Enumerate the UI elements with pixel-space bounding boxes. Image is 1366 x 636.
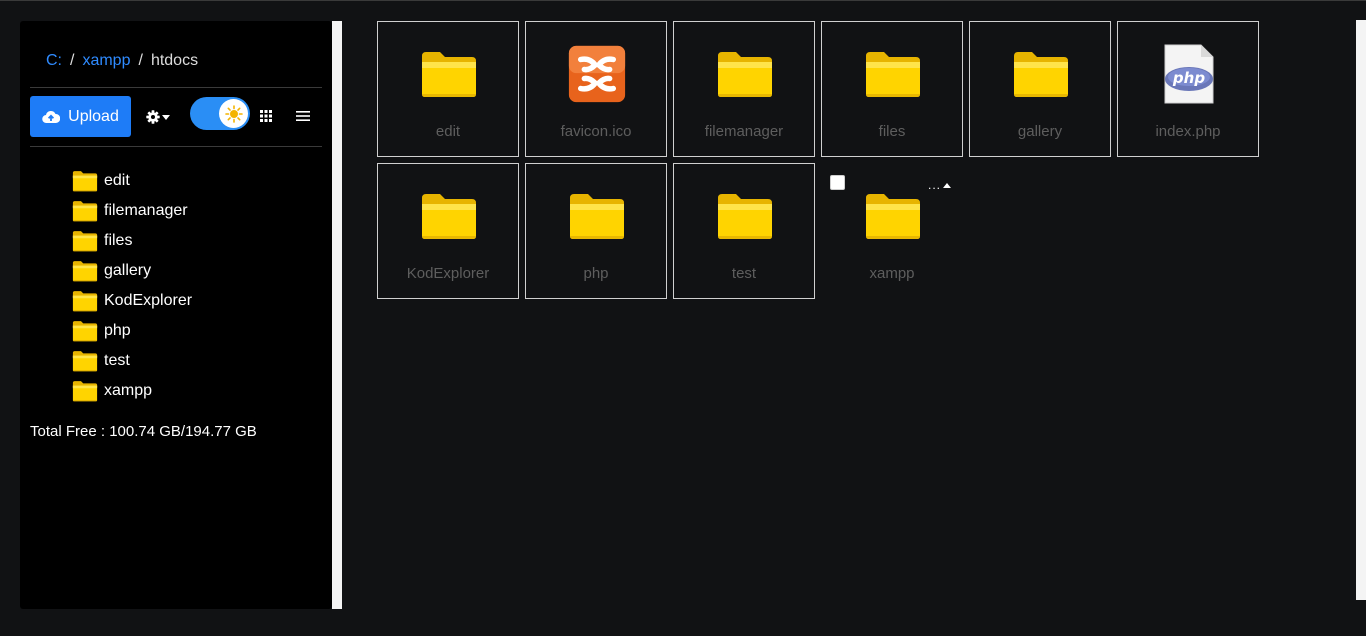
breadcrumb-folder[interactable]: xampp (82, 52, 130, 69)
cloud-upload-icon (42, 110, 61, 123)
tree-item-kodexplorer[interactable]: KodExplorer (72, 286, 192, 316)
tree-item-label: edit (104, 172, 130, 189)
main-scrollbar[interactable] (1356, 20, 1366, 600)
breadcrumb: C: / xampp / htdocs (46, 51, 198, 71)
file-name: index.php (1155, 123, 1221, 140)
gear-icon (146, 110, 160, 124)
grid-view-icon[interactable] (260, 110, 272, 122)
breadcrumb-separator: / (138, 52, 143, 69)
file-tile-files[interactable]: files (821, 21, 963, 157)
settings-dropdown[interactable] (146, 109, 176, 125)
file-name: edit (435, 123, 461, 140)
tree-item-label: KodExplorer (104, 292, 193, 309)
breadcrumb-drive[interactable]: C: (46, 52, 62, 69)
sidebar-scrollbar[interactable] (332, 21, 342, 609)
folder-icon (72, 171, 98, 192)
storage-info: Total Free : 100.74 GB/194.77 GB (30, 423, 257, 440)
more-options-button[interactable]: ... (928, 178, 952, 192)
list-view-icon[interactable] (296, 110, 310, 122)
folder-tree: edit filemanager files gallery KodExplorer ph… (72, 166, 192, 406)
file-name: filemanager (704, 123, 784, 140)
tree-item-label: filemanager (104, 202, 188, 219)
file-name: php (583, 265, 609, 282)
file-tile-kodexplorer[interactable]: KodExplorer (377, 163, 519, 299)
divider (30, 146, 322, 147)
file-name: xampp (869, 265, 915, 282)
folder-icon (866, 194, 920, 239)
folder-icon (1014, 52, 1068, 97)
upload-label: Upload (68, 107, 119, 125)
file-name: favicon.ico (560, 123, 632, 140)
file-icon-wrap (568, 184, 626, 248)
folder-icon (718, 194, 772, 239)
file-tile-edit[interactable]: edit (377, 21, 519, 157)
divider (30, 87, 322, 88)
folder-icon (72, 291, 98, 312)
file-tile-test[interactable]: test (673, 163, 815, 299)
sun-icon (224, 104, 243, 123)
file-icon-wrap (420, 184, 478, 248)
file-tile-favicon-ico[interactable]: favicon.ico (525, 21, 667, 157)
caret-down-icon (162, 114, 170, 120)
breadcrumb-current: htdocs (150, 52, 199, 69)
file-name: test (731, 265, 757, 282)
folder-icon (866, 52, 920, 97)
file-name: files (878, 123, 906, 140)
file-name: gallery (1017, 123, 1063, 140)
file-icon-wrap (716, 42, 774, 106)
more-options-label: ... (928, 178, 942, 192)
tree-item-label: xampp (104, 382, 153, 399)
file-name: KodExplorer (406, 265, 490, 282)
tree-item-filemanager[interactable]: filemanager (72, 196, 192, 226)
select-checkbox[interactable] (830, 175, 845, 190)
sidebar: C: / xampp / htdocs Upload edit filemana… (20, 21, 332, 609)
file-icon-wrap (1012, 42, 1070, 106)
folder-icon (72, 351, 98, 372)
folder-icon (72, 261, 98, 282)
tree-item-test[interactable]: test (72, 346, 192, 376)
folder-icon (422, 52, 476, 97)
toggle-knob (219, 99, 248, 128)
file-tile-filemanager[interactable]: filemanager (673, 21, 815, 157)
tree-item-edit[interactable]: edit (72, 166, 192, 196)
upload-button[interactable]: Upload (30, 96, 131, 137)
folder-icon (72, 321, 98, 342)
folder-icon (72, 231, 98, 252)
svg-text:php: php (1172, 69, 1205, 87)
file-tile-xampp[interactable]: ... xampp (821, 163, 963, 299)
tree-item-xampp[interactable]: xampp (72, 376, 192, 406)
tree-item-php[interactable]: php (72, 316, 192, 346)
tree-item-label: php (104, 322, 131, 339)
file-icon-wrap (864, 42, 922, 106)
tree-item-gallery[interactable]: gallery (72, 256, 192, 286)
folder-icon (570, 194, 624, 239)
xampp-icon (568, 45, 626, 103)
php-file-icon: php (1164, 44, 1214, 104)
caret-up-icon (943, 183, 952, 189)
tree-item-label: test (104, 352, 130, 369)
top-divider (0, 0, 1366, 1)
file-icon-wrap (420, 42, 478, 106)
file-tile-index-php[interactable]: php index.php (1117, 21, 1259, 157)
breadcrumb-separator: / (70, 52, 75, 69)
file-icon-wrap (864, 184, 922, 248)
folder-icon (718, 52, 772, 97)
file-icon-wrap: php (1160, 42, 1218, 106)
file-tile-gallery[interactable]: gallery (969, 21, 1111, 157)
file-tile-php[interactable]: php (525, 163, 667, 299)
tree-item-label: files (104, 232, 133, 249)
file-icon-wrap (716, 184, 774, 248)
file-icon-wrap (568, 42, 626, 106)
folder-icon (72, 381, 98, 402)
theme-toggle[interactable] (190, 97, 250, 130)
tree-item-files[interactable]: files (72, 226, 192, 256)
folder-icon (72, 201, 98, 222)
toolbar: Upload (30, 96, 322, 138)
folder-icon (422, 194, 476, 239)
tree-item-label: gallery (104, 262, 152, 279)
